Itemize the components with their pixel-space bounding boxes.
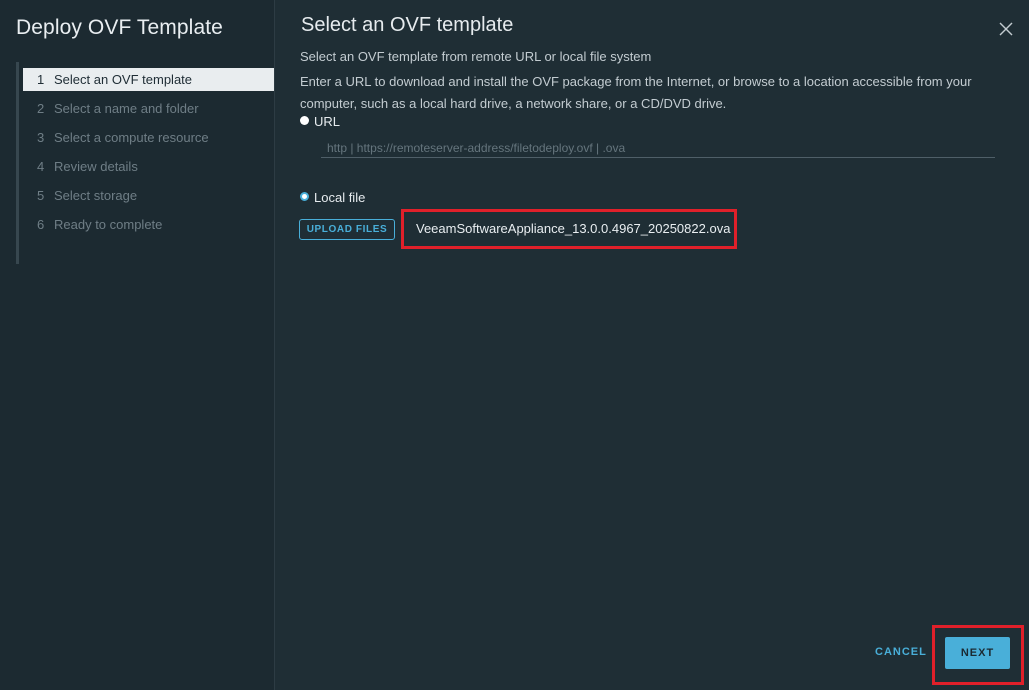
step-number: 4 bbox=[37, 159, 45, 174]
step-label: Select a compute resource bbox=[54, 130, 209, 145]
description-line-1: Select an OVF template from remote URL o… bbox=[300, 49, 652, 64]
wizard-step-4[interactable]: 4 Review details bbox=[23, 155, 277, 178]
step-label: Review details bbox=[54, 159, 138, 174]
url-option-label: URL bbox=[314, 114, 341, 129]
wizard-step-1[interactable]: 1 Select an OVF template bbox=[23, 68, 274, 91]
selected-file-name: VeeamSoftwareAppliance_13.0.0.4967_20250… bbox=[401, 209, 737, 249]
url-option[interactable]: URL bbox=[300, 114, 340, 129]
wizard-step-6[interactable]: 6 Ready to complete bbox=[23, 213, 277, 236]
wizard-step-5[interactable]: 5 Select storage bbox=[23, 184, 277, 207]
wizard-sidebar: Deploy OVF Template 1 Select an OVF templ… bbox=[0, 0, 275, 690]
close-icon bbox=[999, 22, 1013, 36]
deploy-ovf-dialog: Deploy OVF Template 1 Select an OVF templ… bbox=[0, 0, 1029, 690]
step-number: 5 bbox=[37, 188, 45, 203]
step-label: Ready to complete bbox=[54, 217, 163, 232]
local-file-option[interactable]: Local file bbox=[300, 190, 365, 205]
wizard-title: Deploy OVF Template bbox=[16, 16, 223, 39]
step-number: 2 bbox=[37, 101, 45, 116]
upload-files-button[interactable]: UPLOAD FILES bbox=[299, 219, 395, 240]
wizard-content: Select an OVF template Select an OVF tem… bbox=[275, 0, 1029, 690]
step-label: Select an OVF template bbox=[54, 72, 193, 87]
cancel-button[interactable]: CANCEL bbox=[875, 646, 927, 658]
step-label: Select storage bbox=[54, 188, 138, 203]
step-number: 1 bbox=[37, 72, 45, 87]
page-title: Select an OVF template bbox=[301, 14, 514, 36]
wizard-steps: 1 Select an OVF template 2 Select a name a… bbox=[16, 62, 277, 264]
local-file-option-label: Local file bbox=[314, 190, 366, 205]
local-file-radio[interactable] bbox=[300, 192, 309, 201]
url-input[interactable] bbox=[321, 138, 995, 158]
wizard-step-2[interactable]: 2 Select a name and folder bbox=[23, 97, 277, 120]
step-number: 6 bbox=[37, 217, 45, 232]
step-label: Select a name and folder bbox=[54, 101, 199, 116]
wizard-step-3[interactable]: 3 Select a compute resource bbox=[23, 126, 277, 149]
url-radio[interactable] bbox=[300, 116, 309, 125]
close-button[interactable] bbox=[997, 20, 1015, 38]
next-button[interactable]: NEXT bbox=[945, 637, 1010, 669]
step-number: 3 bbox=[37, 130, 45, 145]
description-line-2: Enter a URL to download and install the … bbox=[300, 74, 972, 111]
